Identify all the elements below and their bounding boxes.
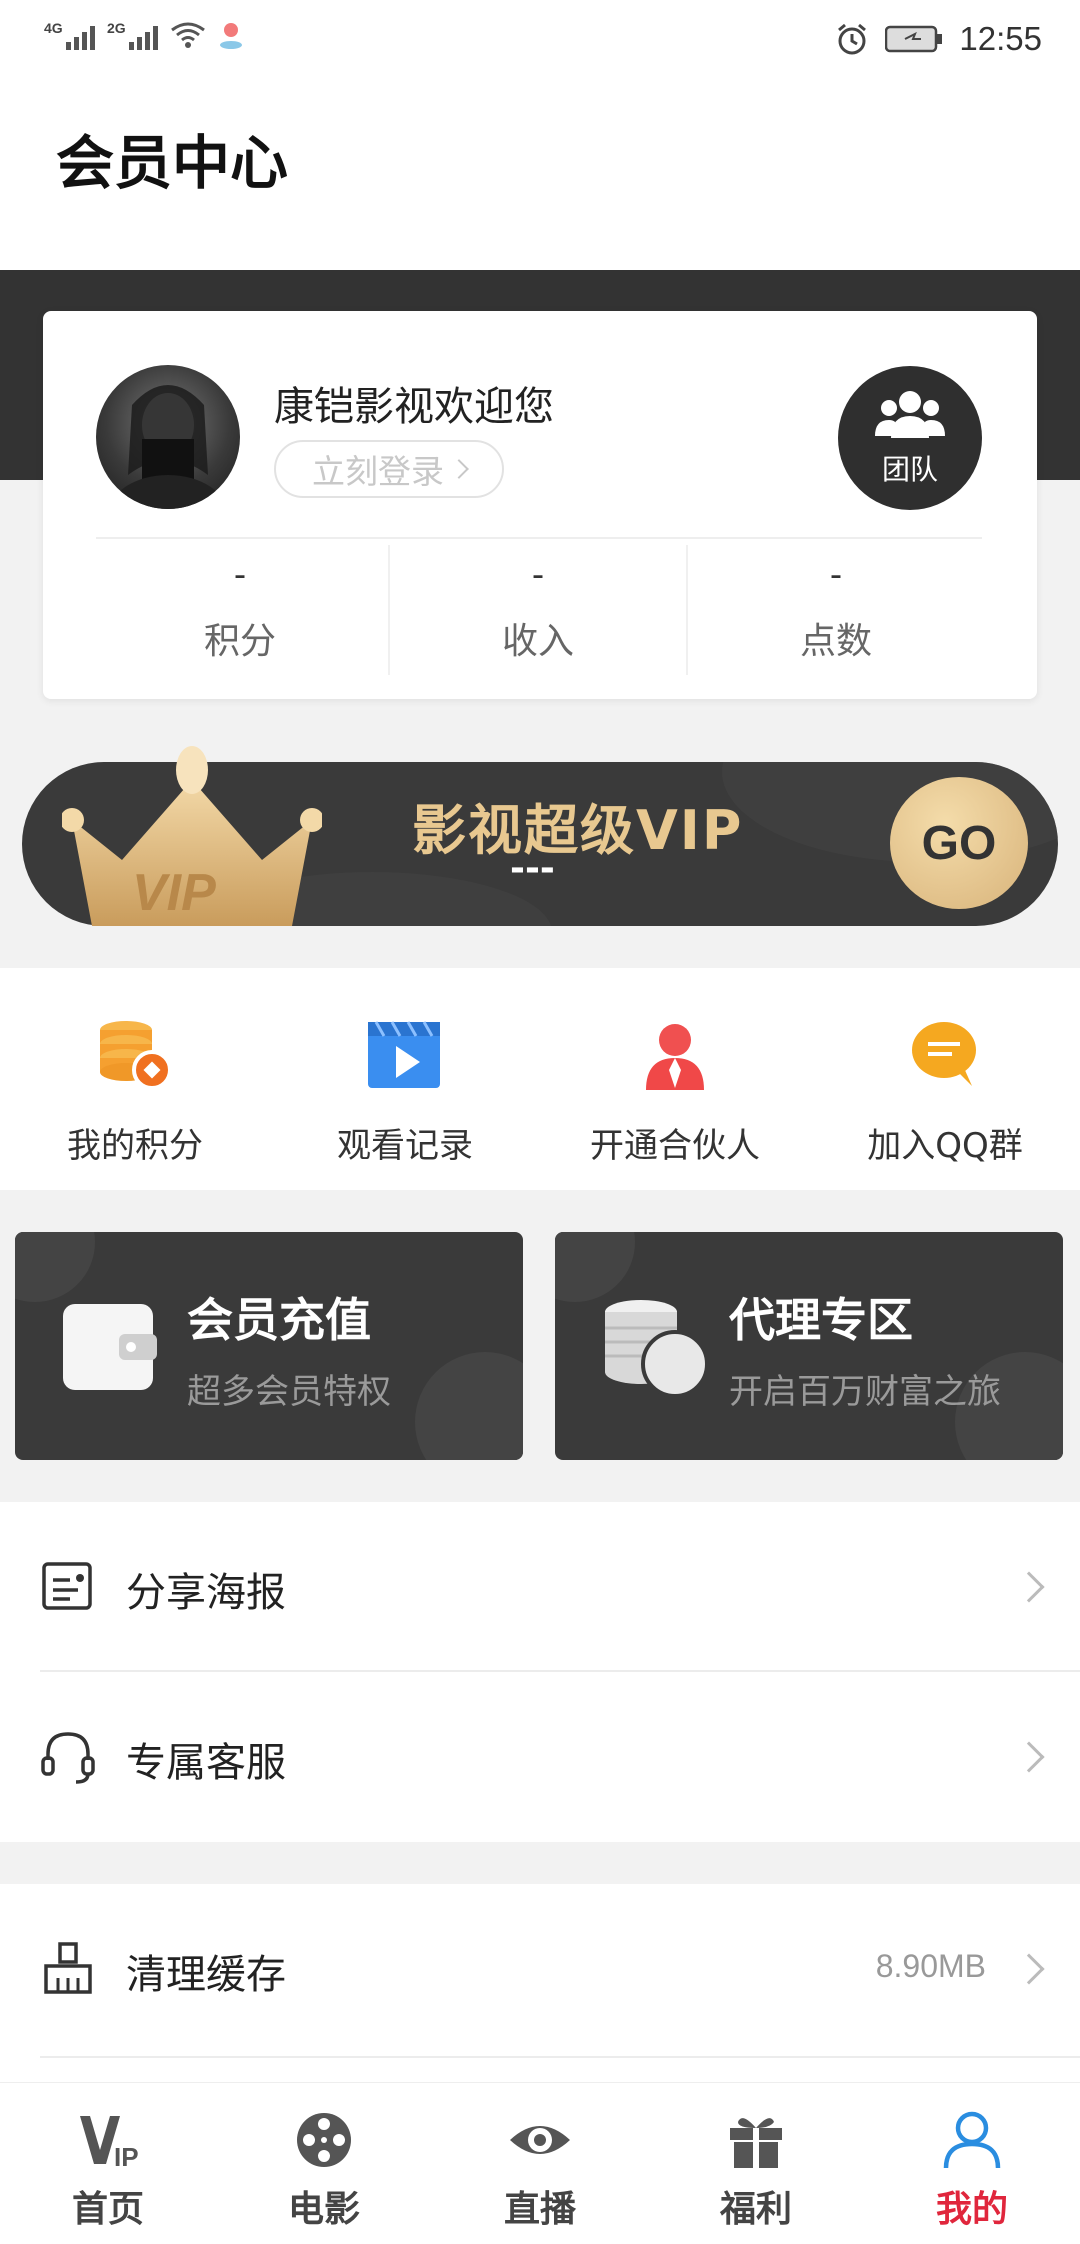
- menu-row-clear-cache[interactable]: 清理缓存 8.90MB: [0, 1884, 1080, 2052]
- stat-value: -: [829, 555, 843, 595]
- gift-icon: [730, 2118, 782, 2168]
- chevron-right-icon: [449, 459, 469, 479]
- nav-item-mine[interactable]: 我的: [864, 2110, 1080, 2232]
- stat-value: -: [531, 555, 545, 595]
- vip-home-icon: IP: [80, 2116, 139, 2172]
- svg-text:IP: IP: [114, 2142, 139, 2170]
- welcome-text: 康铠影视欢迎您: [274, 384, 554, 430]
- login-button[interactable]: 立刻登录: [274, 440, 504, 498]
- status-left: 4G 2G: [44, 20, 244, 50]
- menu-label: 清理缓存: [126, 1952, 286, 1998]
- status-right: 12:55: [835, 20, 1042, 58]
- film-reel-icon: [297, 2113, 351, 2167]
- clock: 12:55: [959, 20, 1042, 57]
- nav-item-home[interactable]: IP 首页: [0, 2110, 216, 2232]
- stat-credits[interactable]: - 点数: [688, 550, 984, 670]
- battery-icon: [885, 25, 943, 53]
- login-button-label: 立刻登录: [312, 452, 444, 491]
- vip-go-button[interactable]: GO: [890, 777, 1028, 909]
- promo-card-agent[interactable]: 代理专区 开启百万财富之旅: [555, 1232, 1063, 1460]
- poster-icon: [42, 1562, 92, 1610]
- menu-row-customer-service[interactable]: 专属客服: [0, 1672, 1080, 1840]
- nav-item-welfare[interactable]: 福利: [648, 2110, 864, 2232]
- eye-icon: [510, 2126, 570, 2154]
- wifi-icon: [171, 22, 205, 48]
- stat-label: 点数: [799, 621, 872, 662]
- chat-bubble-icon: [912, 1022, 976, 1086]
- broom-icon: [44, 1942, 92, 1994]
- quick-action-label: 我的积分: [67, 1126, 203, 1166]
- card-divider: [96, 537, 982, 539]
- quick-action-partner[interactable]: 开通合伙人: [540, 1018, 810, 1167]
- yuan-coins-icon: [605, 1300, 709, 1398]
- stat-label: 收入: [501, 621, 574, 662]
- vip-title: 影视超级VIP: [412, 799, 744, 862]
- location-icon: [220, 23, 242, 49]
- network-type-2: 2G: [107, 20, 126, 36]
- promo-title: 会员充值: [187, 1293, 371, 1347]
- stat-label: 积分: [203, 621, 276, 662]
- vip-badge-text: VIP: [132, 864, 216, 922]
- alarm-icon: [838, 23, 867, 55]
- nav-label: 电影: [287, 2189, 360, 2230]
- quick-action-label: 加入QQ群: [867, 1126, 1023, 1166]
- signal-icon: 4G: [44, 20, 95, 50]
- menu-label: 分享海报: [126, 1570, 286, 1616]
- stat-income[interactable]: - 收入: [390, 550, 686, 670]
- chevron-right-icon: [1013, 1571, 1045, 1603]
- promo-card-recharge[interactable]: 会员充值 超多会员特权: [15, 1232, 523, 1460]
- stat-points[interactable]: - 积分: [92, 550, 388, 670]
- menu-divider: [40, 2056, 1080, 2058]
- nav-label: 福利: [719, 2189, 792, 2230]
- nav-item-live[interactable]: 直播: [432, 2110, 648, 2232]
- nav-label: 我的: [935, 2189, 1008, 2230]
- user-icon: [943, 2111, 1001, 2169]
- quick-action-label: 开通合伙人: [590, 1126, 760, 1166]
- coins-icon: [100, 1021, 172, 1090]
- promo-subtitle: 超多会员特权: [187, 1372, 391, 1412]
- team-label: 团队: [881, 453, 938, 486]
- partner-icon: [646, 1024, 704, 1090]
- headset-icon: [41, 1732, 95, 1784]
- team-icon: [875, 391, 945, 438]
- chevron-right-icon: [1013, 1953, 1045, 1985]
- menu-row-share-poster[interactable]: 分享海报: [0, 1502, 1080, 1670]
- go-label: GO: [921, 816, 997, 870]
- vip-subtitle: ---: [510, 848, 555, 889]
- promo-title: 代理专区: [729, 1293, 913, 1347]
- avatar-image: [108, 385, 228, 509]
- quick-action-points[interactable]: 我的积分: [0, 1018, 270, 1167]
- chevron-right-icon: [1013, 1741, 1045, 1773]
- signal-icon: 2G: [107, 20, 158, 50]
- avatar[interactable]: [96, 365, 240, 509]
- quick-action-history[interactable]: 观看记录: [270, 1018, 540, 1167]
- nav-item-movie[interactable]: 电影: [216, 2110, 432, 2232]
- nav-label: 首页: [71, 2189, 144, 2230]
- wallet-icon: [63, 1304, 157, 1390]
- menu-label: 专属客服: [126, 1740, 286, 1786]
- stat-value: -: [233, 555, 247, 595]
- cache-size: 8.90MB: [875, 1948, 986, 1984]
- network-type-1: 4G: [44, 20, 63, 36]
- play-video-icon: [368, 1021, 440, 1088]
- quick-action-label: 观看记录: [337, 1126, 473, 1166]
- quick-action-qq-group[interactable]: 加入QQ群: [810, 1018, 1080, 1167]
- crown-icon: VIP: [62, 746, 322, 926]
- promo-subtitle: 开启百万财富之旅: [729, 1372, 1001, 1412]
- nav-label: 直播: [503, 2189, 576, 2230]
- team-button[interactable]: 团队: [838, 366, 982, 510]
- page-title: 会员中心: [56, 129, 289, 197]
